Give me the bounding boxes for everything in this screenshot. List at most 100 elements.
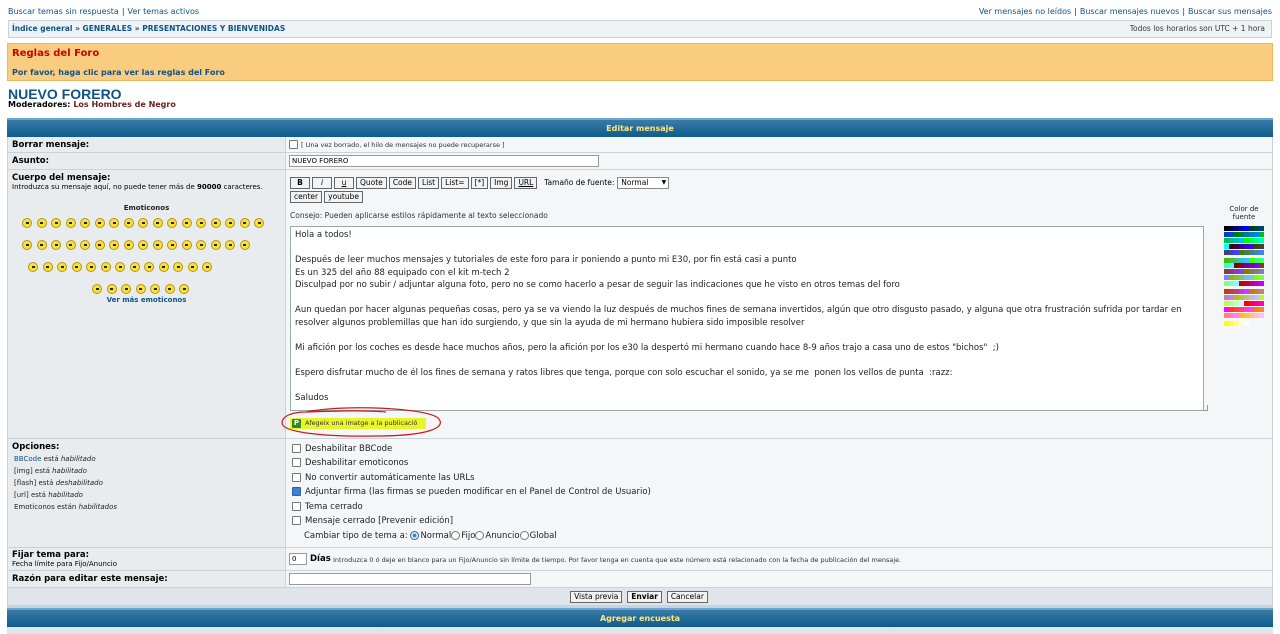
breadcrumb-index[interactable]: Índice general xyxy=(12,24,72,33)
emoticon-icon[interactable] xyxy=(152,218,163,228)
emoticon-icon[interactable] xyxy=(86,262,96,272)
color-swatch[interactable] xyxy=(1259,300,1264,306)
emoticon-icon[interactable] xyxy=(22,218,32,228)
delete-checkbox[interactable] xyxy=(289,140,298,149)
emoticon-icon[interactable] xyxy=(121,284,131,294)
emoticon-icon[interactable] xyxy=(187,262,198,272)
emoticon-icon[interactable] xyxy=(144,262,154,272)
img-button[interactable]: Img xyxy=(490,177,513,189)
color-swatch[interactable] xyxy=(1259,249,1264,255)
emoticon-icon[interactable] xyxy=(100,262,111,272)
option-lock-post[interactable]: Mensaje cerrado [Prevenir edición] xyxy=(292,516,453,526)
link-unanswered[interactable]: Buscar temas sin respuesta xyxy=(8,7,119,16)
option-attach-signature[interactable]: Adjuntar firma (las firmas se pueden mod… xyxy=(292,487,651,497)
emoticon-icon[interactable] xyxy=(150,284,160,294)
emoticon-icon[interactable] xyxy=(65,240,76,250)
emoticon-icon[interactable] xyxy=(179,284,189,294)
emoticon-icon[interactable] xyxy=(164,284,175,294)
link-own-posts[interactable]: Buscar sus mensajes xyxy=(1188,7,1272,16)
subject-input[interactable]: NUEVO FORERO xyxy=(289,155,599,167)
emoticon-icon[interactable] xyxy=(123,240,134,250)
emoticon-icon[interactable] xyxy=(225,218,235,228)
emoticon-icon[interactable] xyxy=(239,218,250,228)
emoticon-icon[interactable] xyxy=(135,284,146,294)
emoticon-icon[interactable] xyxy=(80,218,90,228)
option-lock-topic[interactable]: Tema cerrado xyxy=(292,502,363,512)
emoticon-icon[interactable] xyxy=(181,218,192,228)
emoticon-icon[interactable] xyxy=(42,262,53,272)
list-ordered-button[interactable]: List= xyxy=(441,177,469,189)
italic-button[interactable]: i xyxy=(312,177,332,189)
link-unread[interactable]: Ver mensajes no leídos xyxy=(979,7,1071,16)
color-swatch[interactable] xyxy=(1259,312,1264,318)
bold-button[interactable]: B xyxy=(290,177,310,189)
emoticon-icon[interactable] xyxy=(167,218,177,228)
color-swatch[interactable] xyxy=(1259,263,1264,269)
moderators-link[interactable]: Los Hombres de Negro xyxy=(73,100,176,109)
color-swatch[interactable] xyxy=(1244,320,1249,326)
submit-button[interactable]: Enviar xyxy=(627,591,662,603)
breadcrumb-generales[interactable]: GENERALES xyxy=(83,24,133,33)
checkbox[interactable] xyxy=(292,473,301,482)
radio-anuncio[interactable] xyxy=(475,531,485,540)
resize-handle[interactable] xyxy=(1202,405,1208,411)
emoticon-icon[interactable] xyxy=(65,218,76,228)
emoticon-icon[interactable] xyxy=(138,218,148,228)
option-no-urls[interactable]: No convertir automáticamente las URLs xyxy=(292,473,475,483)
checkbox[interactable] xyxy=(292,502,301,511)
radio-global[interactable] xyxy=(519,531,529,540)
emoticon-icon[interactable] xyxy=(173,262,183,272)
emoticon-icon[interactable] xyxy=(22,240,32,250)
option-disable-bbcode[interactable]: Deshabilitar BBCode xyxy=(292,444,392,454)
emoticon-icon[interactable] xyxy=(36,218,47,228)
checkbox[interactable] xyxy=(292,516,301,525)
emoticon-icon[interactable] xyxy=(196,240,206,250)
color-swatch[interactable] xyxy=(1259,237,1264,243)
emoticon-icon[interactable] xyxy=(239,240,250,250)
emoticon-icon[interactable] xyxy=(51,240,61,250)
emoticon-icon[interactable] xyxy=(36,240,47,250)
emoticon-icon[interactable] xyxy=(94,218,105,228)
color-swatch[interactable] xyxy=(1259,281,1264,287)
emoticon-icon[interactable] xyxy=(254,218,264,228)
underline-button[interactable]: u xyxy=(334,177,354,189)
color-swatch[interactable] xyxy=(1259,226,1264,231)
emoticon-icon[interactable] xyxy=(94,240,105,250)
message-textarea[interactable]: Hola a todos! Después de leer muchos men… xyxy=(290,226,1204,411)
color-swatch[interactable] xyxy=(1259,269,1264,275)
breadcrumb-forum[interactable]: PRESENTACIONES Y BIENVENIDAS xyxy=(142,24,285,33)
emoticon-icon[interactable] xyxy=(71,262,82,272)
color-swatch[interactable] xyxy=(1259,275,1264,281)
color-swatch[interactable] xyxy=(1259,243,1264,249)
font-size-select[interactable]: Normal ▼ xyxy=(617,177,670,189)
rules-link[interactable]: Por favor, haga clic para ver las reglas… xyxy=(12,68,225,77)
list-item-button[interactable]: [*] xyxy=(470,177,489,189)
youtube-button[interactable]: youtube xyxy=(324,191,363,203)
list-button[interactable]: List xyxy=(418,177,440,189)
color-swatch[interactable] xyxy=(1259,294,1264,300)
more-emoticons-link[interactable]: Ver más emoticonos xyxy=(8,296,285,304)
radio-fijo[interactable] xyxy=(451,531,461,540)
emoticon-icon[interactable] xyxy=(28,262,38,272)
emoticon-icon[interactable] xyxy=(181,240,192,250)
cancel-button[interactable]: Cancelar xyxy=(666,591,708,603)
emoticon-icon[interactable] xyxy=(115,262,125,272)
code-button[interactable]: Code xyxy=(388,177,417,189)
preview-button[interactable]: Vista previa xyxy=(570,591,623,603)
emoticon-icon[interactable] xyxy=(225,240,235,250)
color-swatch[interactable] xyxy=(1259,306,1264,312)
url-button[interactable]: URL xyxy=(514,177,538,189)
emoticon-icon[interactable] xyxy=(210,218,221,228)
color-swatch[interactable] xyxy=(1259,257,1264,263)
emoticon-icon[interactable] xyxy=(138,240,148,250)
option-disable-emoticons[interactable]: Deshabilitar emoticonos xyxy=(292,458,408,468)
reason-input[interactable] xyxy=(289,573,531,585)
center-button[interactable]: center xyxy=(290,191,323,203)
emoticon-icon[interactable] xyxy=(167,240,177,250)
quote-button[interactable]: Quote xyxy=(356,177,387,189)
color-swatch[interactable] xyxy=(1259,289,1264,294)
emoticon-icon[interactable] xyxy=(196,218,206,228)
emoticon-icon[interactable] xyxy=(92,284,102,294)
emoticon-icon[interactable] xyxy=(106,284,117,294)
emoticon-icon[interactable] xyxy=(57,262,67,272)
